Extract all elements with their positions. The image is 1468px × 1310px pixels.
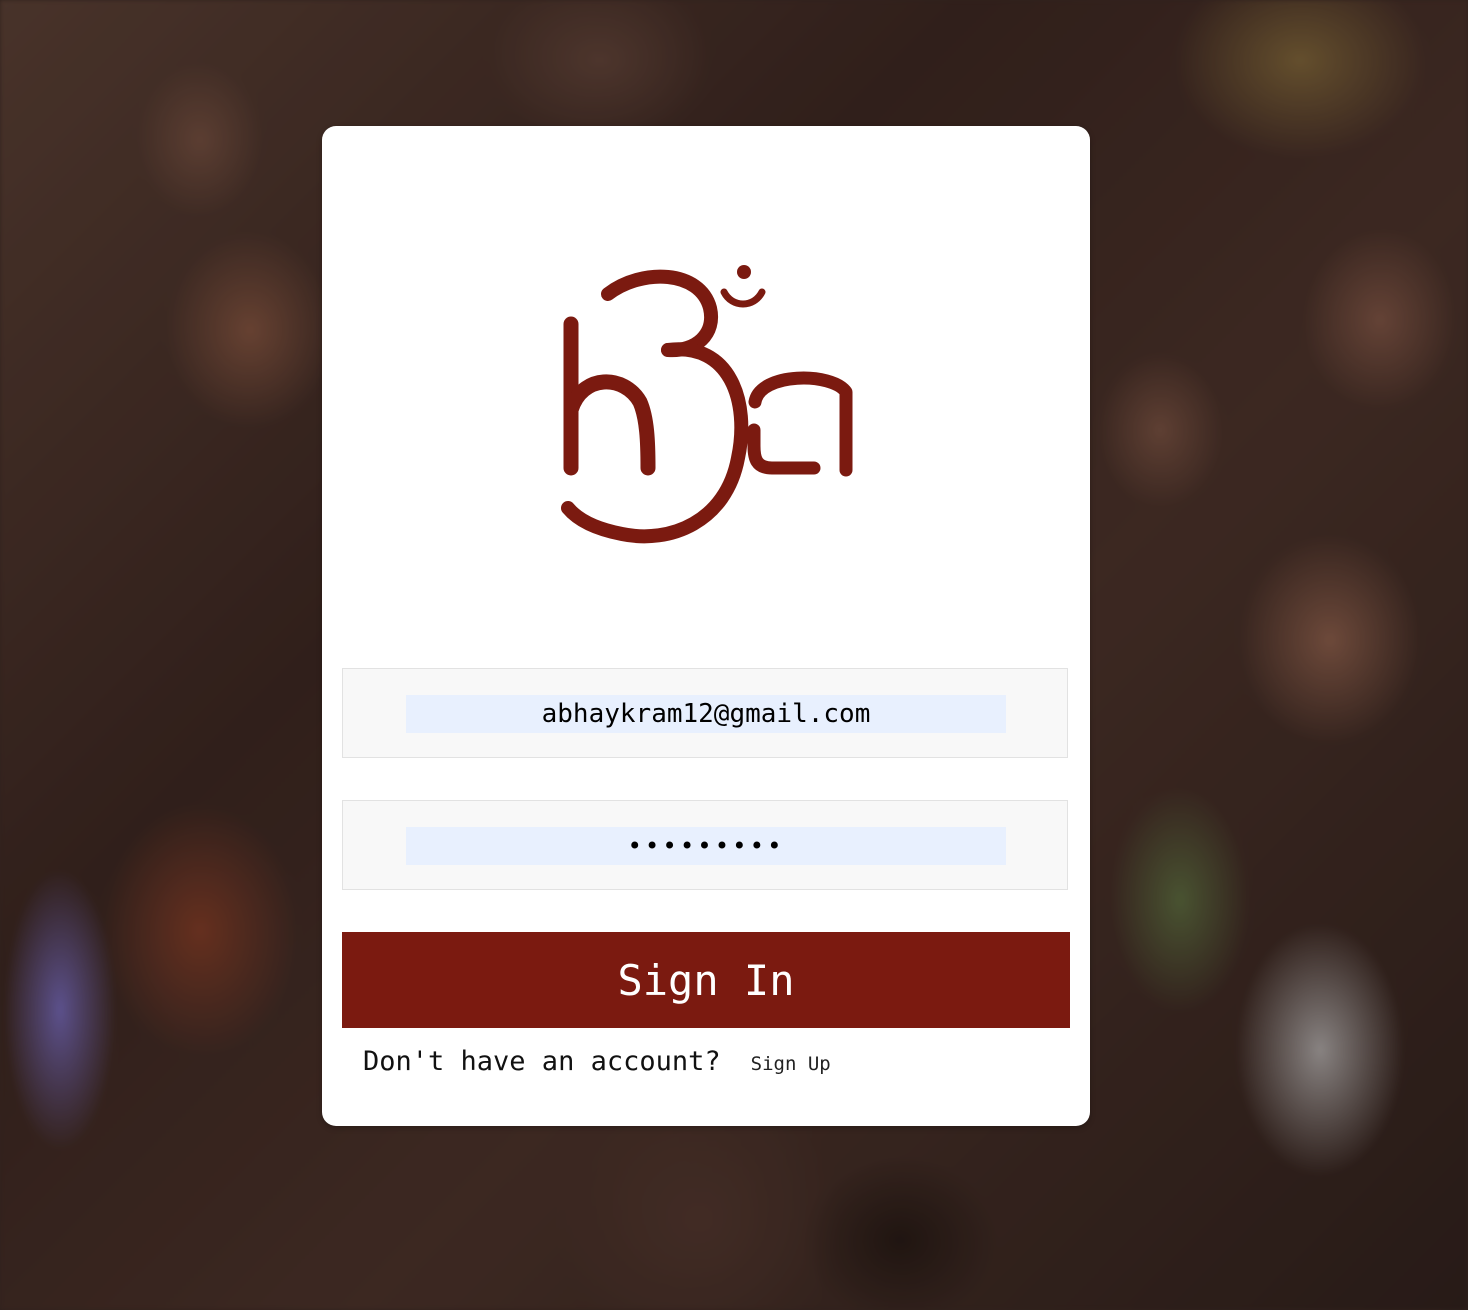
sign-up-link[interactable]: Sign Up: [751, 1053, 831, 1075]
email-input[interactable]: [406, 695, 1006, 733]
hsa-om-logo: [561, 265, 853, 544]
signup-prompt-row: Don't have an account? Sign Up: [363, 1046, 831, 1086]
email-field-container: [342, 668, 1068, 758]
password-input[interactable]: [406, 827, 1006, 865]
login-page: Sign In Don't have an account? Sign Up: [0, 0, 1468, 1310]
login-card: Sign In Don't have an account? Sign Up: [322, 126, 1090, 1126]
password-field-container: [342, 800, 1068, 890]
signup-prompt-text: Don't have an account?: [363, 1046, 721, 1077]
sign-in-button[interactable]: Sign In: [342, 932, 1070, 1028]
